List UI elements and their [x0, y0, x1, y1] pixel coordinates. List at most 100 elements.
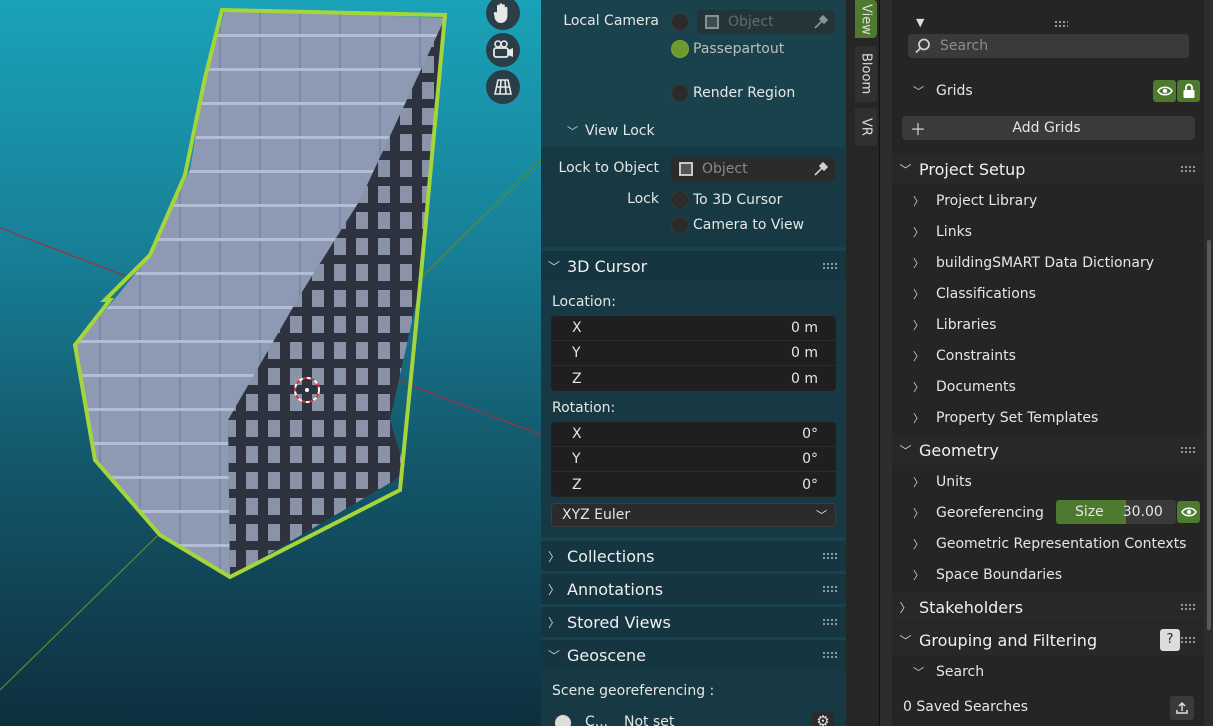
rotation-vector[interactable]: X 0° Y 0° Z 0° [551, 422, 836, 497]
geometry-header[interactable]: ﹀ Geometry [892, 435, 1204, 465]
crs-value: Not set [624, 714, 675, 726]
stored-views-panel-header[interactable]: 〉 Stored Views [541, 607, 846, 637]
geoscene-title: Geoscene [567, 645, 646, 665]
links-item[interactable]: 〉 Links [892, 216, 1204, 247]
drag-handle-icon[interactable] [1180, 446, 1196, 454]
plus-icon: ＋ [910, 120, 927, 139]
axis-value: 0 m [791, 370, 818, 387]
eye-icon[interactable] [1153, 80, 1176, 102]
passepartout-row[interactable]: Passepartout [671, 40, 784, 58]
bsdd-item[interactable]: 〉 buildingSMART Data Dictionary [892, 247, 1204, 278]
crs-radio[interactable] [554, 714, 572, 726]
drag-handle-icon[interactable] [1054, 20, 1068, 28]
rotation-y-field[interactable]: Y 0° [551, 447, 836, 472]
tab-vr[interactable]: VR [855, 108, 877, 146]
chevron-right-icon: 〉 [913, 475, 924, 489]
location-label: Location: [552, 294, 616, 310]
rotation-mode-select[interactable]: XYZ Euler ﹀ [551, 503, 836, 527]
collections-panel-header[interactable]: 〉 Collections [541, 541, 846, 571]
classifications-item[interactable]: 〉 Classifications [892, 278, 1204, 309]
camera-to-view-checkbox[interactable] [671, 216, 689, 234]
search-subpanel-header[interactable]: ﹀ Search [892, 656, 1204, 687]
axis-label: Z [572, 370, 582, 387]
render-region-checkbox[interactable] [671, 84, 689, 102]
chevron-right-icon: 〉 [547, 549, 560, 564]
view-lock-label: View Lock [585, 123, 655, 139]
item-label: Units [936, 473, 972, 490]
libraries-item[interactable]: 〉 Libraries [892, 309, 1204, 340]
passepartout-checkbox[interactable] [671, 40, 689, 58]
scene-georeferencing-label: Scene georeferencing : [552, 683, 715, 699]
geometric-rep-contexts-item[interactable]: 〉 Geometric Representation Contexts [892, 528, 1204, 559]
to-3d-cursor-row[interactable]: To 3D Cursor [671, 191, 782, 209]
drag-handle-icon[interactable] [1180, 165, 1196, 173]
export-icon[interactable] [1170, 696, 1194, 720]
space-boundaries-item[interactable]: 〉 Space Boundaries [892, 559, 1204, 590]
stakeholders-header[interactable]: 〉 Stakeholders [892, 592, 1204, 622]
property-set-templates-item[interactable]: 〉 Property Set Templates [892, 402, 1204, 433]
tab-bloom[interactable]: Bloom [855, 46, 877, 102]
chevron-down-icon: ﹀ [913, 84, 924, 98]
gear-icon[interactable]: ⚙ [812, 712, 834, 726]
grid-ortho-icon[interactable] [486, 70, 520, 104]
drag-handle-icon[interactable] [1180, 603, 1196, 611]
drag-handle-icon[interactable] [822, 585, 838, 593]
project-library-item[interactable]: 〉 Project Library [892, 185, 1204, 216]
passepartout-label: Passepartout [693, 41, 785, 57]
size-slider[interactable]: Size 30.00 [1056, 500, 1176, 524]
search-icon [915, 38, 930, 54]
search-subpanel-label: Search [936, 663, 985, 680]
lock-to-object-field[interactable]: Object [671, 157, 835, 181]
camera-to-view-row[interactable]: Camera to View [671, 216, 804, 234]
drag-handle-icon[interactable] [1180, 636, 1196, 644]
local-camera-object-field[interactable]: Object [697, 10, 835, 34]
drag-handle-icon[interactable] [822, 651, 838, 659]
axis-value: 0° [802, 426, 818, 442]
geoscene-panel-header[interactable]: ﹀ Geoscene [541, 640, 846, 670]
location-y-field[interactable]: Y 0 m [551, 341, 836, 366]
drag-handle-icon[interactable] [822, 618, 838, 626]
axis-value: 0° [802, 476, 818, 493]
eyedropper-icon[interactable] [813, 14, 829, 30]
to-3d-cursor-checkbox[interactable] [671, 191, 689, 209]
drag-handle-icon[interactable] [822, 262, 838, 270]
location-z-field[interactable]: Z 0 m [551, 366, 836, 391]
rotation-label: Rotation: [552, 400, 616, 416]
render-region-row[interactable]: Render Region [671, 84, 795, 102]
3d-viewport[interactable] [0, 0, 541, 726]
chevron-right-icon: 〉 [913, 256, 924, 270]
scrollbar[interactable] [1207, 240, 1211, 630]
view-lock-subpanel-header[interactable]: ﹀ View Lock [567, 123, 655, 139]
size-label: Size [1075, 504, 1104, 520]
building-model-render [0, 7, 541, 691]
constraints-item[interactable]: 〉 Constraints [892, 340, 1204, 371]
local-camera-toggle[interactable] [671, 13, 689, 31]
units-item[interactable]: 〉 Units [892, 466, 1204, 497]
add-grids-button[interactable]: ＋ Add Grids [902, 116, 1195, 140]
project-setup-header[interactable]: ﹀ Project Setup [892, 154, 1204, 184]
lock-icon[interactable] [1177, 80, 1200, 102]
chevron-right-icon: 〉 [913, 568, 924, 582]
3d-cursor-title: 3D Cursor [567, 256, 648, 276]
filter-dropdown-icon[interactable]: ▼ [916, 16, 924, 29]
annotations-panel-header[interactable]: 〉 Annotations [541, 574, 846, 604]
drag-handle-icon[interactable] [822, 552, 838, 560]
camera-fly-icon[interactable] [486, 33, 520, 67]
axis-label: Z [572, 476, 582, 493]
location-vector[interactable]: X 0 m Y 0 m Z 0 m [551, 316, 836, 391]
grouping-filtering-header[interactable]: ﹀ Grouping and Filtering [892, 625, 1204, 655]
size-value: 30.00 [1122, 504, 1163, 520]
documents-item[interactable]: 〉 Documents [892, 371, 1204, 402]
eyedropper-icon[interactable] [813, 161, 829, 177]
rotation-x-field[interactable]: X 0° [551, 422, 836, 447]
chevron-right-icon: 〉 [913, 287, 924, 301]
axis-value: 0 m [791, 345, 818, 361]
tab-view[interactable]: View [855, 0, 877, 38]
lock-to-object-label: Lock to Object [558, 160, 659, 176]
location-x-field[interactable]: X 0 m [551, 316, 836, 341]
eye-icon[interactable] [1177, 501, 1200, 523]
help-book-icon[interactable]: ? [1160, 629, 1180, 651]
search-input[interactable]: Search [908, 34, 1189, 58]
rotation-z-field[interactable]: Z 0° [551, 472, 836, 497]
3d-cursor-panel-header[interactable]: ﹀ 3D Cursor [541, 251, 846, 281]
